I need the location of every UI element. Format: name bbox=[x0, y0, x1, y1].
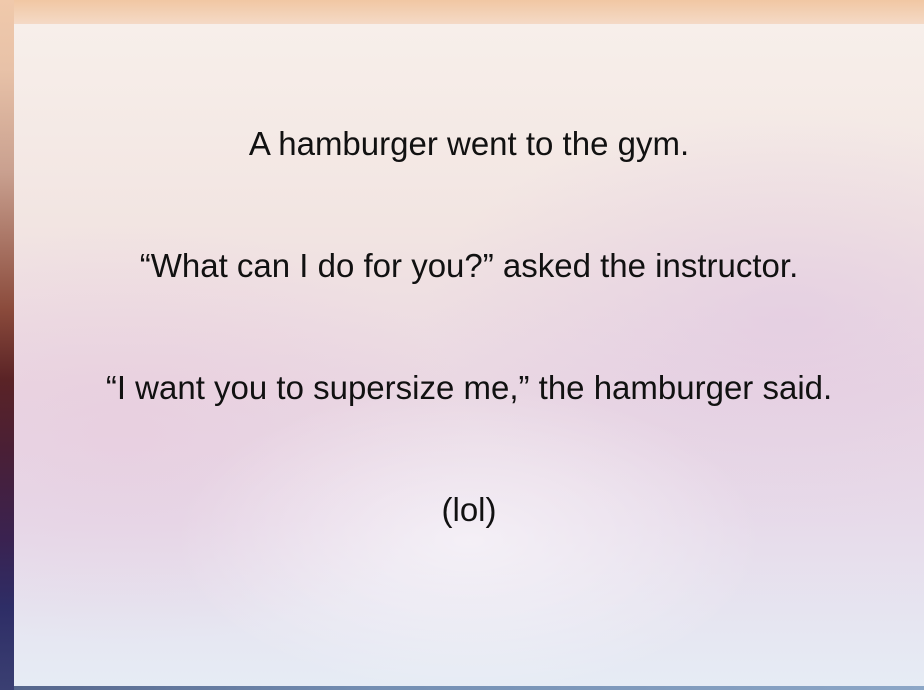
bottom-edge-decoration bbox=[14, 686, 924, 690]
joke-line-3: “I want you to supersize me,” the hambur… bbox=[105, 369, 833, 406]
slide-frame: A hamburger went to the gym. “What can I… bbox=[0, 0, 924, 690]
joke-line-1: A hamburger went to the gym. bbox=[248, 125, 690, 162]
slide: A hamburger went to the gym. “What can I… bbox=[14, 24, 924, 686]
joke-line-2: “What can I do for you?” asked the instr… bbox=[139, 247, 799, 284]
joke-line-4: (lol) bbox=[441, 491, 497, 528]
left-edge-decoration bbox=[0, 0, 14, 690]
